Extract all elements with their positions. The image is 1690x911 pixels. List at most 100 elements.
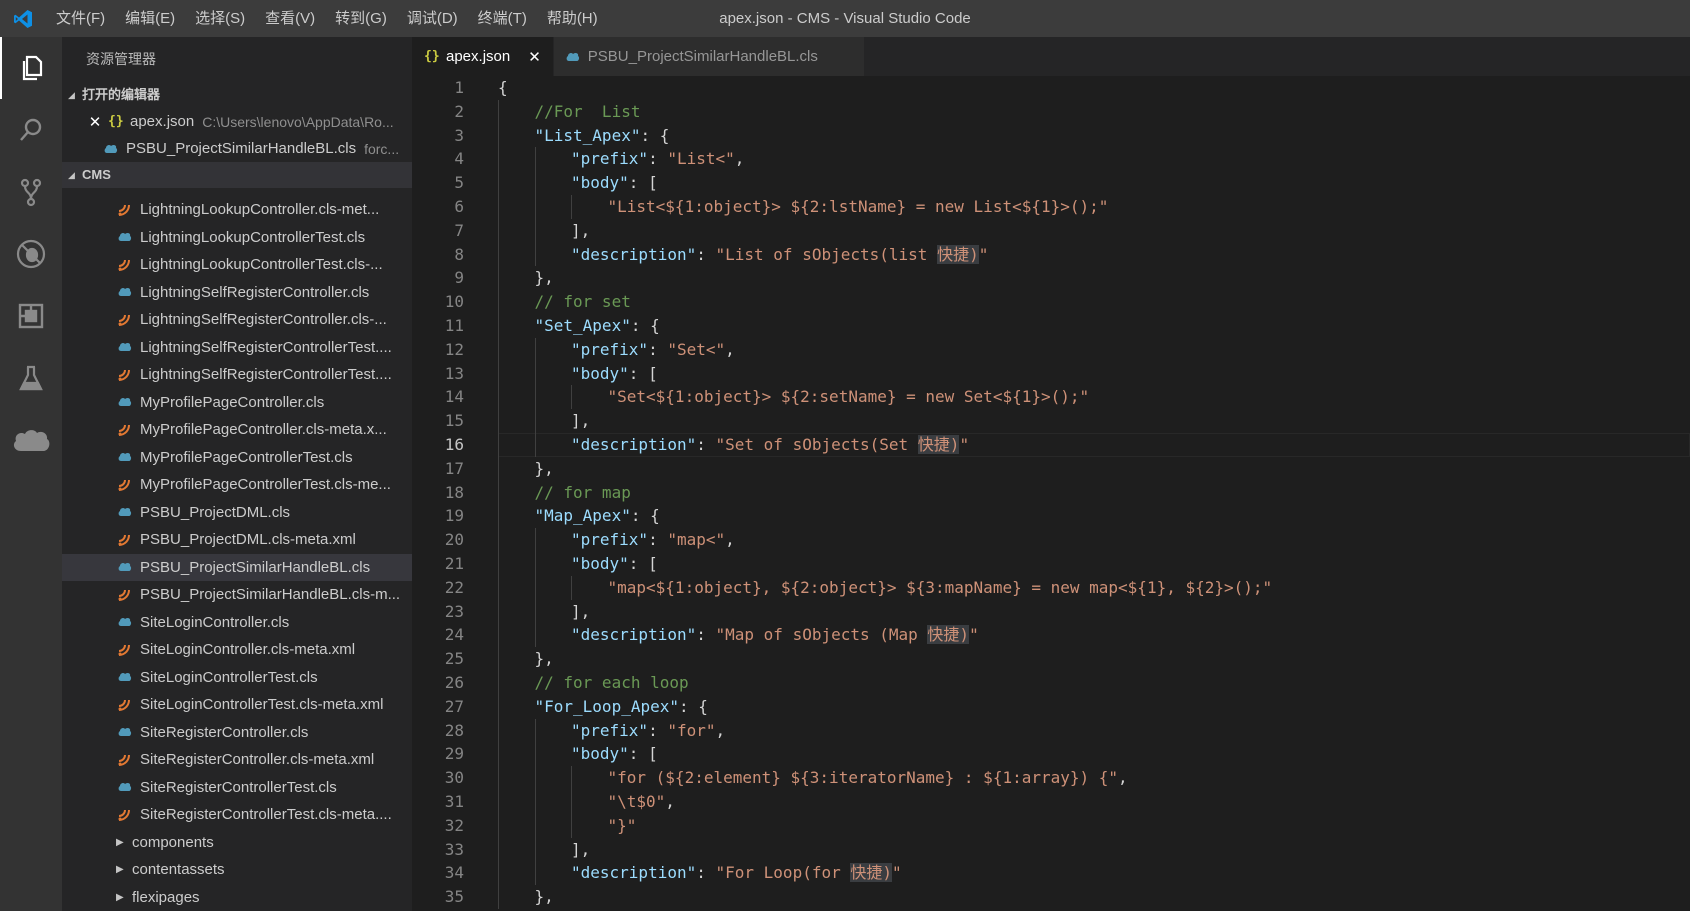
code-token: },	[535, 268, 554, 287]
file-tree-item[interactable]: MyProfilePageControllerTest.cls-me...	[62, 471, 412, 499]
indent-guide	[498, 385, 499, 409]
folder-item[interactable]: ▶components	[62, 829, 412, 857]
indent-guide	[498, 171, 499, 195]
sidebar-title: 资源管理器	[62, 37, 412, 82]
code-editor[interactable]: 1{2//For List3"List_Apex": {4"prefix": "…	[412, 76, 1690, 911]
file-tree-item[interactable]: SiteLoginControllerTest.cls	[62, 664, 412, 692]
tab-active[interactable]: {}apex.json✕	[412, 37, 554, 76]
file-tree-item[interactable]: LightningSelfRegisterController.cls-...	[62, 306, 412, 334]
chevron-right-icon: ▶	[116, 837, 132, 848]
indent-guide	[498, 552, 499, 576]
code-token: ,	[725, 340, 735, 359]
salesforce-cls-icon	[118, 562, 140, 572]
folder-item[interactable]: ▶flexipages	[62, 884, 412, 911]
file-tree-item[interactable]: PSBU_ProjectSimilarHandleBL.cls	[62, 554, 412, 582]
line-number: 5	[412, 171, 464, 195]
open-editor-item[interactable]: ✕{}apex.jsonC:\Users\lenovo\AppData\Ro..…	[62, 108, 412, 135]
file-tree-item[interactable]: SiteLoginController.cls-meta.xml	[62, 636, 412, 664]
file-tree-item[interactable]: LightningLookupControllerTest.cls-...	[62, 251, 412, 279]
indent-guide	[571, 814, 572, 838]
code-token: :	[648, 530, 667, 549]
source-control-icon[interactable]	[0, 161, 62, 223]
code-line: 1{	[412, 76, 1690, 100]
file-tree-item[interactable]: PSBU_ProjectDML.cls-meta.xml	[62, 526, 412, 554]
close-icon[interactable]: ✕	[528, 48, 541, 66]
file-tree-item[interactable]: SiteRegisterControllerTest.cls	[62, 774, 412, 802]
file-tree-item[interactable]: LightningSelfRegisterController.cls	[62, 279, 412, 307]
file-tree-item[interactable]: LightningSelfRegisterControllerTest....	[62, 334, 412, 362]
code-token: "List<"	[667, 149, 734, 168]
file-name: MyProfilePageControllerTest.cls-me...	[140, 476, 391, 493]
indent-guide	[498, 719, 499, 743]
code-line: 24"description": "Map of sObjects (Map 快…	[412, 623, 1690, 647]
vscode-logo-icon[interactable]	[0, 0, 46, 37]
code-text: "body": [	[571, 171, 658, 195]
file-tree-item[interactable]: LightningSelfRegisterControllerTest....	[62, 361, 412, 389]
indent-guide	[498, 266, 499, 290]
scroll-gap	[62, 188, 412, 196]
code-line: 2//For List	[412, 100, 1690, 124]
file-tree-item[interactable]: SiteRegisterController.cls	[62, 719, 412, 747]
code-text: //For List	[535, 100, 641, 124]
open-editors-header[interactable]: ◢ 打开的编辑器	[62, 82, 412, 108]
file-name: LightningSelfRegisterController.cls	[140, 284, 369, 301]
code-line: 10// for set	[412, 290, 1690, 314]
code-line: 31"\t$0",	[412, 790, 1690, 814]
extensions-icon[interactable]	[0, 285, 62, 347]
line-number: 28	[412, 719, 464, 743]
menu-item[interactable]: 终端(T)	[468, 0, 537, 37]
menu-item[interactable]: 转到(G)	[325, 0, 397, 37]
code-token: "body"	[571, 173, 629, 192]
line-number: 12	[412, 338, 464, 362]
workspace-header[interactable]: ◢ CMS	[62, 162, 412, 188]
test-flask-icon[interactable]	[0, 347, 62, 409]
code-token: 快捷)	[918, 435, 960, 454]
file-tree-item[interactable]: PSBU_ProjectDML.cls	[62, 499, 412, 527]
file-tree-item[interactable]: MyProfilePageController.cls	[62, 389, 412, 417]
indent-guide	[498, 504, 499, 528]
file-tree-item[interactable]: LightningLookupControllerTest.cls	[62, 224, 412, 252]
menu-item[interactable]: 选择(S)	[185, 0, 255, 37]
file-tree-item[interactable]: PSBU_ProjectSimilarHandleBL.cls-m...	[62, 581, 412, 609]
indent-guide	[498, 576, 499, 600]
open-editor-item[interactable]: PSBU_ProjectSimilarHandleBL.clsforc...	[62, 135, 412, 162]
file-name: SiteLoginControllerTest.cls	[140, 669, 318, 686]
menu-item[interactable]: 文件(F)	[46, 0, 115, 37]
debug-icon[interactable]	[0, 223, 62, 285]
code-text: },	[535, 647, 554, 671]
file-tree-item[interactable]: MyProfilePageControllerTest.cls	[62, 444, 412, 472]
code-token: "body"	[571, 364, 629, 383]
xml-icon	[118, 754, 140, 766]
menu-item[interactable]: 调试(D)	[397, 0, 468, 37]
file-tree-item[interactable]: SiteLoginControllerTest.cls-meta.xml	[62, 691, 412, 719]
code-token: "prefix"	[571, 721, 648, 740]
code-text: "prefix": "map<",	[571, 528, 735, 552]
xml-icon	[118, 644, 140, 656]
file-name: MyProfilePageController.cls-meta.x...	[140, 421, 387, 438]
code-text: ],	[571, 838, 590, 862]
code-token: "List_Apex"	[535, 126, 641, 145]
code-token: "Set_Apex"	[535, 316, 631, 335]
code-token: "List of sObjects(list	[716, 245, 938, 264]
search-icon[interactable]	[0, 99, 62, 161]
explorer-icon[interactable]	[0, 37, 62, 99]
file-tree-item[interactable]: SiteRegisterController.cls-meta.xml	[62, 746, 412, 774]
tab-inactive[interactable]: PSBU_ProjectSimilarHandleBL.cls	[554, 37, 865, 76]
code-text: "\t$0",	[608, 790, 675, 814]
code-token: ],	[571, 840, 590, 859]
indent-guide	[535, 838, 536, 862]
salesforce-cloud-icon[interactable]	[0, 409, 62, 471]
file-tree-item[interactable]: MyProfilePageController.cls-meta.x...	[62, 416, 412, 444]
indent-guide	[498, 623, 499, 647]
file-tree-item[interactable]: LightningLookupController.cls-met...	[62, 196, 412, 224]
close-icon[interactable]: ✕	[86, 113, 104, 131]
code-token: :	[696, 435, 715, 454]
folder-item[interactable]: ▶contentassets	[62, 856, 412, 884]
menu-bar: 文件(F)编辑(E)选择(S)查看(V)转到(G)调试(D)终端(T)帮助(H)	[46, 0, 608, 37]
salesforce-cls-icon	[118, 617, 140, 627]
file-tree-item[interactable]: SiteRegisterControllerTest.cls-meta....	[62, 801, 412, 829]
menu-item[interactable]: 编辑(E)	[115, 0, 185, 37]
menu-item[interactable]: 帮助(H)	[537, 0, 608, 37]
file-tree-item[interactable]: SiteLoginController.cls	[62, 609, 412, 637]
menu-item[interactable]: 查看(V)	[255, 0, 325, 37]
